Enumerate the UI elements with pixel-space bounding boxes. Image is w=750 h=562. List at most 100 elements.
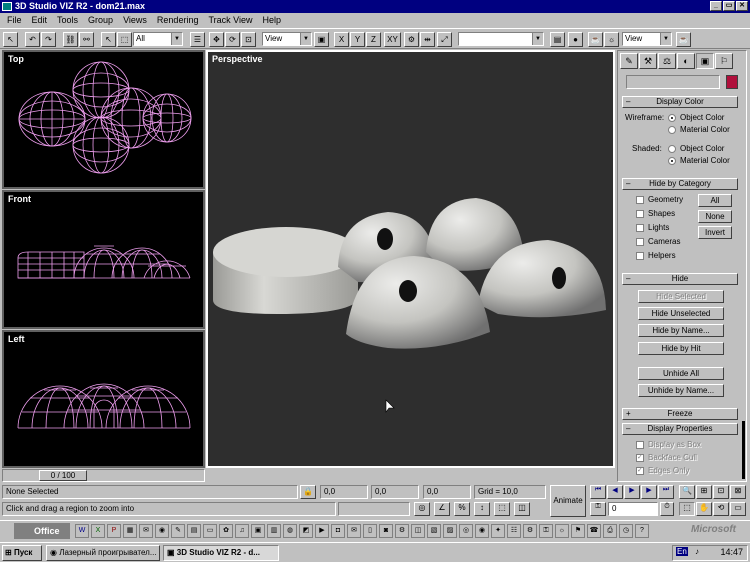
window-crossing-icon[interactable]: ⬚ (494, 502, 510, 516)
task-3dsviz[interactable]: ▣ 3D Studio VIZ R2 - d... (163, 545, 279, 561)
lock-selection-icon[interactable]: 🔒 (300, 485, 316, 499)
unhide-all-button[interactable]: Unhide All (638, 367, 724, 380)
explorer-icon[interactable]: ◉ (155, 524, 169, 538)
cube-icon[interactable]: ▧ (427, 524, 441, 538)
motion-tab-icon[interactable]: ◐ (677, 53, 695, 69)
object-name-field[interactable] (626, 75, 720, 89)
reference-coord-dropdown[interactable]: View ▼ (262, 32, 312, 46)
folder-icon[interactable]: ▭ (203, 524, 217, 538)
viewport-perspective[interactable]: Perspective (206, 50, 615, 468)
track-view-icon[interactable]: ▤ (550, 32, 565, 47)
word-icon[interactable]: W (75, 524, 89, 538)
y-coordinate-field[interactable]: 0,0 (371, 485, 419, 499)
maximize-button[interactable]: ▭ (723, 1, 735, 11)
key-icon[interactable]: ⚿ (539, 524, 553, 538)
snap-toggle-icon[interactable]: ◎ (414, 502, 430, 516)
unlink-icon[interactable]: ⚯ (79, 32, 94, 47)
language-indicator[interactable]: En (676, 547, 688, 556)
unhide-by-name-button[interactable]: Unhide by Name... (638, 384, 724, 397)
create-tab-icon[interactable]: ✎ (620, 53, 638, 69)
region-select-icon[interactable]: ⬚ (117, 32, 132, 47)
help-icon[interactable]: ? (635, 524, 649, 538)
globe-icon[interactable]: ◍ (283, 524, 297, 538)
redo-icon[interactable]: ↷ (41, 32, 56, 47)
current-frame-field[interactable]: 0 (608, 502, 658, 516)
camera-icon[interactable]: ◘ (331, 524, 345, 538)
powerpoint-icon[interactable]: P (107, 524, 121, 538)
app-icon[interactable] (2, 2, 12, 11)
rollout-hide[interactable]: – Hide (622, 273, 738, 285)
restrict-xy-button[interactable]: XY (384, 32, 401, 47)
notepad-icon[interactable]: ✎ (171, 524, 185, 538)
hide-selected-button[interactable]: Hide Selected (638, 290, 724, 303)
next-frame-icon[interactable]: ▶ (641, 485, 657, 499)
pan-icon[interactable]: ✋ (696, 502, 712, 516)
x-coordinate-field[interactable]: 0,0 (320, 485, 368, 499)
task-media-player[interactable]: ◉ Лазерный проигрывател... (46, 545, 160, 561)
utilities-tab-icon[interactable]: ⚐ (715, 53, 733, 69)
zoom-all-icon[interactable]: ⊞ (696, 485, 712, 499)
inverse-kinematics-icon[interactable]: ⚙ (404, 32, 419, 47)
shaded-material-color-radio[interactable] (668, 157, 676, 165)
map-icon[interactable]: ▨ (443, 524, 457, 538)
menu-tools[interactable]: Tools (52, 13, 83, 27)
rotate-icon[interactable]: ⟳ (225, 32, 240, 47)
rollout-hide-by-category[interactable]: – Hide by Category (622, 178, 738, 190)
close-button[interactable]: ✕ (736, 1, 748, 11)
hide-by-name-button[interactable]: Hide by Name... (638, 324, 724, 337)
named-selection-dropdown[interactable]: ▼ (458, 32, 544, 46)
panel-scrollbar[interactable] (742, 421, 745, 479)
menu-track-view[interactable]: Track View (203, 13, 257, 27)
chart-icon[interactable]: ▥ (267, 524, 281, 538)
category-invert-button[interactable]: Invert (698, 226, 732, 239)
angle-snap-icon[interactable]: ∠ (434, 502, 450, 516)
wireframe-object-color-radio[interactable] (668, 114, 676, 122)
selection-filter-dropdown[interactable]: All ▼ (133, 32, 183, 46)
shaded-object-color-radio[interactable] (668, 145, 676, 153)
menu-file[interactable]: File (2, 13, 27, 27)
menu-views[interactable]: Views (118, 13, 152, 27)
play-icon[interactable]: ▶ (624, 485, 640, 499)
hide-by-hit-button[interactable]: Hide by Hit (638, 342, 724, 355)
hide-geometry-checkbox[interactable] (636, 196, 644, 204)
box-icon[interactable]: ◫ (411, 524, 425, 538)
arc-rotate-icon[interactable]: ⟲ (713, 502, 729, 516)
scale-icon[interactable]: ⊡ (241, 32, 256, 47)
paint-icon[interactable]: ✿ (219, 524, 233, 538)
menu-group[interactable]: Group (83, 13, 118, 27)
select-object-icon[interactable]: ↖ (101, 32, 116, 47)
select-by-name-icon[interactable]: ☰ (190, 32, 205, 47)
hierarchy-tab-icon[interactable]: ⚖ (658, 53, 676, 69)
menu-rendering[interactable]: Rendering (152, 13, 204, 27)
hide-shapes-checkbox[interactable] (636, 210, 644, 218)
time-slider-track[interactable]: 0 / 100 (2, 469, 205, 482)
cd-icon[interactable]: ◎ (459, 524, 473, 538)
image-icon[interactable]: ▣ (251, 524, 265, 538)
office-logo[interactable]: Office (14, 523, 70, 539)
hide-lights-checkbox[interactable] (636, 224, 644, 232)
key-mode-icon[interactable]: ⚿ (590, 502, 606, 516)
hide-cameras-checkbox[interactable] (636, 238, 644, 246)
zoom-extents-all-icon[interactable]: ⊠ (730, 485, 746, 499)
menu-help[interactable]: Help (257, 13, 286, 27)
volume-icon[interactable]: ♪ (695, 547, 699, 556)
region-zoom-icon[interactable]: ⬚ (679, 502, 695, 516)
align-icon[interactable]: ⤢ (437, 32, 452, 47)
time-slider-thumb[interactable]: 0 / 100 (39, 470, 87, 481)
dvd-icon[interactable]: ◉ (475, 524, 489, 538)
rollout-freeze[interactable]: + Freeze (622, 408, 738, 420)
zoom-icon[interactable]: 🔍 (679, 485, 695, 499)
tool-icon[interactable]: ⚙ (395, 524, 409, 538)
time-config-icon[interactable]: ⏱ (660, 502, 674, 516)
backface-cull-checkbox[interactable]: ✓ (636, 454, 644, 462)
rollout-display-properties[interactable]: – Display Properties (622, 423, 738, 435)
zoom-extents-icon[interactable]: ⊡ (713, 485, 729, 499)
modify-tab-icon[interactable]: ⚒ (639, 53, 657, 69)
render-type-dropdown[interactable]: View ▼ (622, 32, 672, 46)
wireframe-material-color-radio[interactable] (668, 126, 676, 134)
disk-icon[interactable]: ◙ (379, 524, 393, 538)
restrict-x-button[interactable]: X (334, 32, 349, 47)
undo-icon[interactable]: ↶ (25, 32, 40, 47)
category-all-button[interactable]: All (698, 194, 732, 207)
render-last-icon[interactable]: ☕ (676, 32, 691, 47)
